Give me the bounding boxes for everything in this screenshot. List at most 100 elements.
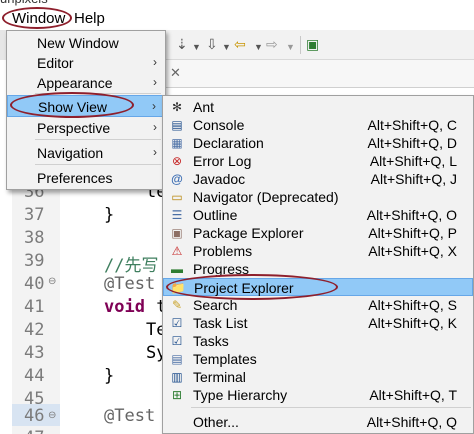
fold-toggle-icon[interactable]: ⊖ [48,276,56,287]
menu-item-shortcut: Alt+Shift+Q, L [369,153,457,169]
outline-icon: ☰ [171,208,183,222]
menu-item-label: Navigation [37,145,104,161]
line-number: 39 [24,251,45,271]
menu-item-package-explorer[interactable]: ▣ Package Explorer Alt+Shift+Q, P [163,224,473,242]
menu-item-console[interactable]: ▤ Console Alt+Shift+Q, C [163,116,473,134]
menu-item-label: Preferences [37,170,113,186]
menu-item-label: Search [193,297,238,313]
show-view-submenu: ✻ Ant ▤ Console Alt+Shift+Q, C ▦ Declara… [162,95,474,434]
menu-item-label: Appearance [37,75,113,91]
menu-divider [191,407,471,408]
forward-arrow-icon[interactable]: ⇨ [266,36,278,52]
menu-window[interactable]: Window [12,10,65,27]
package-explorer-icon: ▣ [171,226,183,240]
menu-item-label: Project Explorer [194,280,294,296]
menu-item-label: Problems [193,243,253,259]
menu-item-label: Outline [193,207,238,223]
menu-item-perspective[interactable]: Perspective › [7,117,165,139]
line-number: 42 [24,320,45,340]
menu-item-navigation[interactable]: Navigation › [7,142,165,164]
chevron-right-icon: › [153,55,157,69]
menu-item-templates[interactable]: ▤ Templates [163,350,473,368]
chevron-down-icon[interactable]: ▼ [192,39,201,55]
menu-item-navigator[interactable]: ▭ Navigator (Deprecated) [163,188,473,206]
menu-item-appearance[interactable]: Appearance › [7,72,165,94]
annotation-nav-icon[interactable]: ⇣ [176,36,188,52]
fold-toggle-icon[interactable]: ⊖ [48,410,56,421]
menu-item-editor[interactable]: Editor › [7,52,165,74]
chevron-right-icon: › [153,75,157,89]
menu-item-label: Progress [193,261,250,277]
menu-item-javadoc[interactable]: @ Javadoc Alt+Shift+Q, J [163,170,473,188]
chevron-right-icon: › [153,120,157,134]
menu-item-label: Terminal [193,369,246,385]
line-number: 38 [24,228,45,248]
progress-icon: ▬ [171,262,183,276]
menu-item-new-window[interactable]: New Window [7,32,165,54]
problems-icon: ⚠ [171,244,183,258]
menu-item-show-view[interactable]: Show View › [7,95,165,117]
menu-item-progress[interactable]: ▬ Progress [163,260,473,278]
toolbar: ⇣ ▼ ⇩ ▼ ⇦ ▼ ⇨ ▼ ▣ [160,30,474,60]
menu-item-shortcut: Alt+Shift+Q, D [367,135,457,151]
line-number: 37 [24,205,45,225]
back-arrow-icon[interactable]: ⇦ [234,36,246,52]
menu-item-label: Console [193,117,245,133]
menu-item-label: New Window [37,35,119,51]
chevron-right-icon: › [153,145,157,159]
chevron-down-icon[interactable]: ▼ [286,39,295,55]
menu-divider [35,139,161,140]
code-annotation: @Test [104,406,156,426]
menu-item-label: Ant [193,99,215,115]
menu-item-preferences[interactable]: Preferences [7,167,165,189]
ant-icon: ✻ [171,100,183,114]
project-explorer-icon: 📁 [170,281,186,295]
menu-item-terminal[interactable]: ▥ Terminal [163,368,473,386]
menu-item-declaration[interactable]: ▦ Declaration Alt+Shift+Q, D [163,134,473,152]
menu-item-label: Show View [38,99,108,115]
window-menu-dropdown: New Window Editor › Appearance › Show Vi… [6,30,166,190]
chevron-right-icon: › [152,99,156,113]
next-annotation-icon[interactable]: ⇩ [206,36,218,52]
chevron-down-icon[interactable]: ▼ [222,39,231,55]
menu-item-label: Type Hierarchy [193,387,288,403]
menu-item-label: Javadoc [193,171,246,187]
menu-item-outline[interactable]: ☰ Outline Alt+Shift+Q, O [163,206,473,224]
code-comment: //先写 [104,256,159,276]
navigator-icon: ▭ [171,190,183,204]
templates-icon: ▤ [171,352,183,366]
menu-item-error-log[interactable]: ⊗ Error Log Alt+Shift+Q, L [163,152,473,170]
line-number: 40 [24,274,45,294]
menu-item-label: Declaration [193,135,264,151]
menu-item-label: Task List [193,315,248,331]
search-icon: ✎ [171,298,183,312]
menu-item-label: Editor [37,55,74,71]
line-number: 47 [24,428,44,434]
menu-item-tasks[interactable]: ☑ Tasks [163,332,473,350]
close-icon[interactable]: ✕ [170,65,181,81]
line-number: 44 [24,366,45,386]
menu-item-label: Package Explorer [193,225,304,241]
menu-item-label: Tasks [193,333,229,349]
menu-item-other[interactable]: Other... Alt+Shift+Q, Q [163,413,473,431]
menu-item-shortcut: Alt+Shift+Q, K [368,315,457,331]
menubar: Window Help [0,8,474,30]
tasks-icon: ☑ [171,334,183,348]
menu-item-label: Templates [193,351,257,367]
chevron-down-icon[interactable]: ▼ [254,39,263,55]
menu-item-shortcut: Alt+Shift+Q, P [368,225,457,241]
menu-item-task-list[interactable]: ☑ Task List Alt+Shift+Q, K [163,314,473,332]
menu-help[interactable]: Help [74,10,105,27]
console-icon: ▤ [171,118,183,132]
open-perspective-icon[interactable]: ▣ [306,36,319,52]
line-number: 43 [24,343,45,363]
line-number: 41 [24,297,45,317]
editor-tab-strip: ✕ [160,60,474,88]
menu-item-search[interactable]: ✎ Search Alt+Shift+Q, S [163,296,473,314]
menu-item-ant[interactable]: ✻ Ant [163,98,473,116]
menu-item-project-explorer[interactable]: 📁 Project Explorer [163,278,473,296]
error-log-icon: ⊗ [171,154,183,168]
menu-item-type-hierarchy[interactable]: ⊞ Type Hierarchy Alt+Shift+Q, T [163,386,473,404]
menu-item-problems[interactable]: ⚠ Problems Alt+Shift+Q, X [163,242,473,260]
menu-item-shortcut: Alt+Shift+Q, J [370,171,457,187]
